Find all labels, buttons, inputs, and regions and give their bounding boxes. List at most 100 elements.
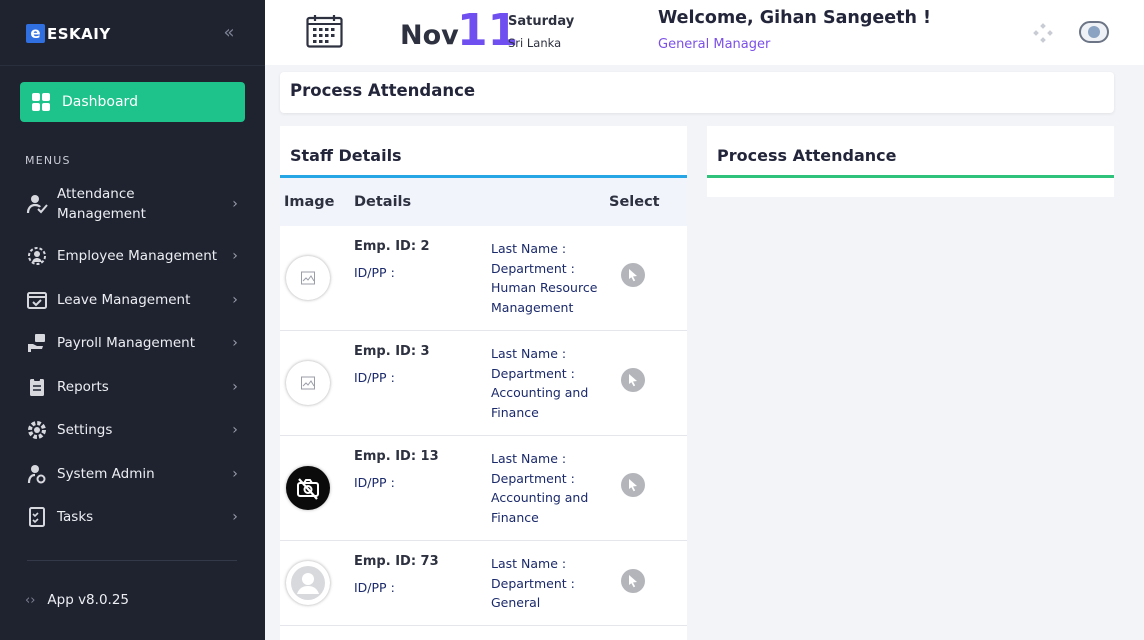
chevron-right-icon: › (232, 292, 238, 308)
date-weekday: Saturday (508, 14, 575, 29)
department-value: Accounting and Finance (491, 385, 589, 420)
menus-heading: MENUS (25, 154, 71, 167)
no-camera-icon (286, 466, 330, 510)
user-role: General Manager (658, 37, 771, 52)
sidebar-item-tasks[interactable]: Tasks › (20, 505, 245, 529)
select-employee-button[interactable] (621, 263, 645, 287)
user-avatar[interactable] (1079, 21, 1109, 43)
calendar-check-icon (20, 289, 54, 311)
table-row: Emp. ID: 3 ID/PP : Last Name : Departmen… (280, 331, 687, 436)
chevron-right-icon: › (232, 466, 238, 482)
sidebar-item-label: Payroll Management (57, 335, 196, 351)
date-month: Nov (400, 20, 459, 51)
sidebar-item-settings[interactable]: Settings › (20, 418, 245, 442)
code-icon: ‹› (25, 592, 36, 608)
version-label: App v8.0.25 (47, 592, 129, 608)
top-header: Nov 11 Saturday Sri Lanka Welcome, Gihan… (265, 0, 1144, 65)
sidebar-item-label: Attendance Management (57, 186, 146, 222)
dashboard-label: Dashboard (62, 94, 138, 110)
collapse-sidebar-icon[interactable]: « (218, 22, 240, 44)
chevron-right-icon: › (232, 335, 238, 351)
process-panel-title: Process Attendance (707, 126, 1114, 178)
default-avatar-icon (286, 561, 330, 605)
last-name-label: Last Name : (491, 451, 567, 466)
broken-image-icon (286, 256, 330, 300)
staff-details-panel: Staff Details Image Details Select Emp. … (280, 126, 687, 640)
department-value: Human Resource Management (491, 280, 598, 315)
sidebar-item-label: System Admin (57, 466, 155, 482)
welcome-message: Welcome, Gihan Sangeeth ! (658, 8, 932, 28)
user-cog-icon (20, 463, 54, 485)
calendar-icon (306, 14, 343, 52)
logo-mark: e (26, 24, 45, 43)
avatar-image (1088, 26, 1100, 38)
divider (27, 560, 237, 561)
cursor-icon (629, 374, 637, 387)
chevron-right-icon: › (232, 248, 238, 264)
chevron-right-icon: › (232, 509, 238, 525)
last-name-label: Last Name : (491, 346, 567, 361)
users-gear-icon (20, 245, 54, 267)
department-label: Department : (491, 365, 575, 381)
page-title: Process Attendance (280, 72, 1114, 113)
table-row: Emp. ID: 73 ID/PP : Last Name : Departme… (280, 541, 687, 626)
divider (0, 65, 265, 66)
hand-money-icon (20, 332, 54, 354)
select-employee-button[interactable] (621, 569, 645, 593)
app-logo[interactable]: e ESKAIY (26, 24, 111, 43)
table-header: Image Details Select (280, 178, 687, 226)
sidebar-item-label: Reports (57, 379, 109, 395)
sidebar-item-employee[interactable]: Employee Management › (20, 244, 245, 268)
employee-id: Emp. ID: 13 (354, 449, 439, 464)
staff-panel-title: Staff Details (280, 126, 687, 178)
app-version: ‹› App v8.0.25 (25, 592, 129, 608)
sidebar-item-label: Leave Management (57, 292, 191, 308)
employee-info: Last Name : Department : Human Resource … (491, 239, 609, 317)
department-value: General (491, 595, 541, 610)
employee-idpp: ID/PP : (354, 265, 395, 280)
chevron-right-icon: › (232, 196, 238, 212)
sidebar-item-label: Tasks (57, 509, 94, 525)
chevron-right-icon: › (232, 379, 238, 395)
employee-idpp: ID/PP : (354, 475, 395, 490)
task-list-icon (20, 506, 54, 528)
column-header-select: Select (609, 194, 660, 210)
table-row: Emp. ID: 13 ID/PP : Last Name : Departme… (280, 436, 687, 541)
select-employee-button[interactable] (621, 473, 645, 497)
cursor-icon (629, 575, 637, 588)
dashboard-button[interactable]: Dashboard (20, 82, 245, 122)
department-value: Accounting and Finance (491, 490, 589, 525)
department-label: Department : (491, 470, 575, 486)
cursor-icon (629, 479, 637, 492)
employee-idpp: ID/PP : (354, 580, 395, 595)
sidebar-item-payroll[interactable]: Payroll Management › (20, 331, 245, 355)
apps-menu-icon[interactable] (1033, 23, 1053, 43)
broken-image-icon (286, 361, 330, 405)
employee-id: Emp. ID: 2 (354, 239, 430, 254)
sidebar-item-system-admin[interactable]: System Admin › (20, 462, 245, 486)
employee-info: Last Name : Department : Accounting and … (491, 344, 609, 422)
employee-idpp: ID/PP : (354, 370, 395, 385)
cursor-icon (629, 269, 637, 282)
employee-info: Last Name : Department : General (491, 554, 609, 613)
employee-info: Last Name : Department : Accounting and … (491, 449, 609, 527)
sidebar-item-leave[interactable]: Leave Management › (20, 288, 245, 312)
table-row: Emp. ID: 2 ID/PP : Last Name : Departmen… (280, 226, 687, 331)
gear-icon (20, 419, 54, 441)
clipboard-icon (20, 376, 54, 398)
sidebar-item-reports[interactable]: Reports › (20, 375, 245, 399)
logo-text: ESKAIY (47, 24, 111, 43)
employee-id: Emp. ID: 73 (354, 554, 439, 569)
last-name-label: Last Name : (491, 241, 567, 256)
location-label: Sri Lanka (508, 36, 562, 50)
sidebar-item-label: Employee Management (57, 248, 218, 264)
employee-id: Emp. ID: 3 (354, 344, 430, 359)
sidebar-item-attendance[interactable]: Attendance Management › (20, 184, 245, 224)
grid-icon (32, 93, 50, 111)
sidebar-item-label: Settings (57, 422, 113, 438)
department-label: Department : (491, 260, 575, 276)
select-employee-button[interactable] (621, 368, 645, 392)
column-header-image: Image (284, 194, 335, 210)
process-attendance-panel: Process Attendance (707, 126, 1114, 197)
chevron-right-icon: › (232, 422, 238, 438)
